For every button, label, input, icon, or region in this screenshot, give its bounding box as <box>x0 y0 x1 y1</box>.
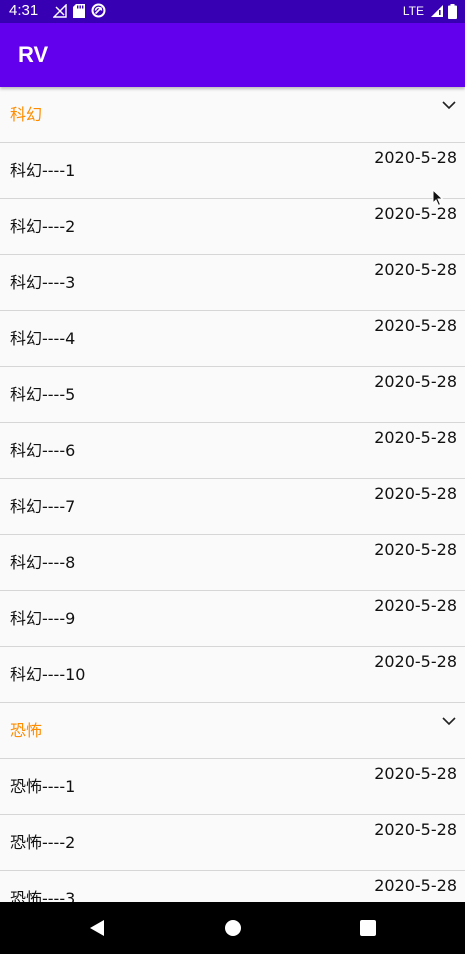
app-bar: RV <box>0 23 465 87</box>
list-item[interactable]: 2020-5-28 科幻----10 <box>0 647 465 703</box>
item-date: 2020-5-28 <box>374 204 457 223</box>
item-title: 科幻----1 <box>10 161 76 180</box>
list-item[interactable]: 2020-5-28 科幻----2 <box>0 199 465 255</box>
item-date: 2020-5-28 <box>374 372 457 391</box>
group-title: 科幻 <box>10 105 43 124</box>
item-title: 科幻----8 <box>10 553 76 572</box>
item-date: 2020-5-28 <box>374 484 457 503</box>
item-date: 2020-5-28 <box>374 876 457 895</box>
item-title: 科幻----2 <box>10 217 76 236</box>
home-icon <box>225 920 241 936</box>
back-icon <box>90 920 104 936</box>
status-right-icons: LTE <box>403 3 457 19</box>
item-title: 恐怖----2 <box>10 833 76 852</box>
group-title: 恐怖 <box>10 721 43 740</box>
sync-icon <box>91 3 106 18</box>
item-date: 2020-5-28 <box>374 540 457 559</box>
item-title: 科幻----6 <box>10 441 76 460</box>
status-time: 4:31 <box>9 2 39 19</box>
expandable-list[interactable]: 科幻 2020-5-28 科幻----1 2020-5-28 科幻----2 2… <box>0 87 465 902</box>
recents-icon <box>360 920 376 936</box>
item-date: 2020-5-28 <box>374 428 457 447</box>
list-item[interactable]: 2020-5-28 科幻----6 <box>0 423 465 479</box>
list-item[interactable]: 2020-5-28 科幻----7 <box>0 479 465 535</box>
list-item[interactable]: 2020-5-28 恐怖----2 <box>0 815 465 871</box>
home-button[interactable] <box>202 902 264 954</box>
app-title: RV <box>18 42 49 67</box>
list-item[interactable]: 2020-5-28 科幻----8 <box>0 535 465 591</box>
item-date: 2020-5-28 <box>374 764 457 783</box>
item-title: 科幻----3 <box>10 273 76 292</box>
signal-off-icon <box>53 3 67 18</box>
network-type: LTE <box>402 4 424 18</box>
sd-card-icon <box>73 3 85 18</box>
battery-icon <box>448 3 457 19</box>
item-title: 科幻----4 <box>10 329 76 348</box>
list-item[interactable]: 2020-5-28 科幻----3 <box>0 255 465 311</box>
item-date: 2020-5-28 <box>374 316 457 335</box>
mouse-cursor-icon <box>432 189 444 207</box>
recents-button[interactable] <box>337 902 399 954</box>
item-date: 2020-5-28 <box>374 820 457 839</box>
lte-signal-icon <box>431 5 443 17</box>
item-title: 科幻----7 <box>10 497 76 516</box>
list-item[interactable]: 2020-5-28 科幻----5 <box>0 367 465 423</box>
group-header-horror[interactable]: 恐怖 <box>0 703 465 759</box>
item-date: 2020-5-28 <box>374 260 457 279</box>
item-date: 2020-5-28 <box>374 148 457 167</box>
item-title: 恐怖----3 <box>10 889 76 902</box>
status-left-icons <box>53 3 106 18</box>
list-item[interactable]: 2020-5-28 科幻----4 <box>0 311 465 367</box>
list-item[interactable]: 2020-5-28 科幻----1 <box>0 143 465 199</box>
list-item[interactable]: 2020-5-28 恐怖----3 <box>0 871 465 902</box>
list-item[interactable]: 2020-5-28 恐怖----1 <box>0 759 465 815</box>
item-title: 科幻----5 <box>10 385 76 404</box>
item-date: 2020-5-28 <box>374 652 457 671</box>
group-header-scifi[interactable]: 科幻 <box>0 87 465 143</box>
item-title: 科幻----9 <box>10 609 76 628</box>
item-title: 恐怖----1 <box>10 777 76 796</box>
navigation-bar <box>0 902 465 954</box>
item-title: 科幻----10 <box>10 665 86 684</box>
chevron-down-icon[interactable] <box>441 99 457 111</box>
status-bar: 4:31 LTE <box>0 0 465 23</box>
item-date: 2020-5-28 <box>374 596 457 615</box>
list-item[interactable]: 2020-5-28 科幻----9 <box>0 591 465 647</box>
back-button[interactable] <box>66 902 128 954</box>
chevron-down-icon[interactable] <box>441 715 457 727</box>
